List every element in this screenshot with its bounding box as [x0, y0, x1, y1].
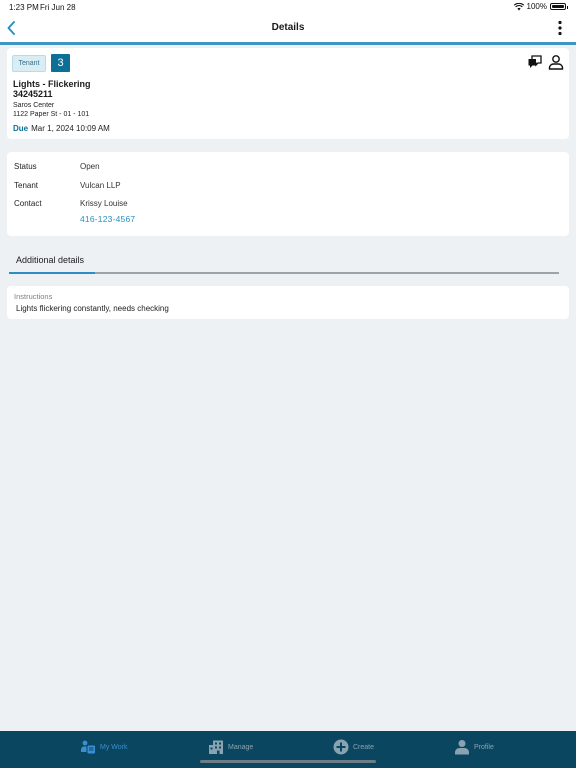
- person-assign-icon[interactable]: [548, 54, 564, 70]
- home-indicator: [200, 760, 376, 763]
- my-work-icon: [81, 740, 95, 754]
- bottom-tab-bar: My Work Manage Create Profile: [0, 731, 576, 768]
- contact-phone-link[interactable]: 416-123-4567: [80, 214, 135, 224]
- status-time: 1:23 PM: [9, 3, 39, 12]
- details-tab-strip: Additional details: [9, 250, 559, 274]
- work-order-number: 34245211: [13, 89, 53, 99]
- due-date: Mar 1, 2024 10:09 AM: [31, 124, 110, 133]
- instructions-card: Instructions Lights flickering constantl…: [7, 286, 569, 319]
- page-title: Details: [271, 22, 305, 33]
- battery-percent: 100%: [526, 2, 547, 11]
- site-name: Saros Center: [13, 102, 55, 109]
- due-line: Due Mar 1, 2024 10:09 AM: [13, 124, 110, 133]
- work-order-title: Lights - Flickering: [13, 79, 91, 89]
- navigation-bar: Details: [0, 14, 576, 42]
- tab-baseline: [95, 272, 559, 274]
- due-label: Due: [13, 124, 29, 133]
- tab-manage[interactable]: Manage: [208, 737, 253, 757]
- contact-label: Contact: [14, 199, 42, 208]
- status-label: Status: [14, 162, 37, 171]
- tab-profile[interactable]: Profile: [454, 737, 494, 757]
- building-icon: [209, 740, 223, 754]
- tenant-label: Tenant: [14, 181, 39, 190]
- info-card: Status Open Tenant Vulcan LLP Contact Kr…: [7, 152, 569, 236]
- status-value: Open: [80, 162, 100, 171]
- status-date: Fri Jun 28: [40, 3, 76, 12]
- tenant-value: Vulcan LLP: [80, 181, 121, 190]
- instructions-text: Lights flickering constantly, needs chec…: [16, 304, 169, 313]
- instructions-label: Instructions: [14, 292, 53, 301]
- site-address: 1122 Paper St - 01 - 101: [13, 111, 90, 118]
- tab-my-work[interactable]: My Work: [80, 737, 127, 757]
- tenant-badge: Tenant: [12, 55, 46, 72]
- person-icon: [455, 740, 469, 755]
- tab-my-work-label: My Work: [100, 743, 128, 751]
- tab-create[interactable]: Create: [333, 737, 374, 757]
- wifi-icon: [513, 2, 524, 10]
- work-order-card: Tenant 3 Lights - Flickering 34245211 Sa…: [7, 48, 569, 139]
- count-badge: 3: [51, 54, 70, 72]
- battery-icon: [550, 3, 568, 10]
- tab-additional-details[interactable]: Additional details: [9, 250, 95, 274]
- card-actions: [527, 54, 564, 70]
- status-right: 100%: [513, 2, 568, 11]
- chat-icon[interactable]: [527, 54, 543, 70]
- tab-active-underline: [9, 272, 95, 274]
- tab-additional-details-label: Additional details: [16, 255, 85, 265]
- tab-manage-label: Manage: [228, 743, 254, 751]
- plus-circle-icon: [333, 739, 349, 755]
- contact-value: Krissy Louise: [80, 199, 128, 208]
- status-bar: 1:23 PM Fri Jun 28 100%: [0, 0, 576, 14]
- nav-accent-line: [0, 42, 576, 45]
- tab-profile-label: Profile: [474, 743, 494, 751]
- more-vertical-icon[interactable]: [556, 20, 564, 36]
- tab-create-label: Create: [353, 743, 375, 751]
